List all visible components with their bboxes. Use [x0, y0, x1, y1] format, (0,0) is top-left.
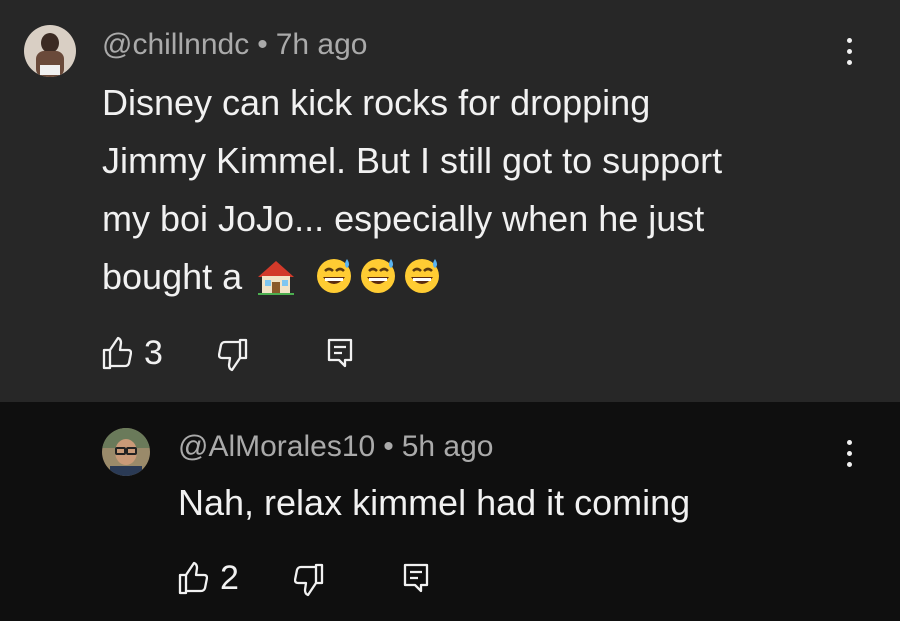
like-button[interactable]: 2 — [178, 557, 248, 601]
dislike-button[interactable] — [218, 332, 250, 376]
comment-line: my boi JoJo... especially when he just — [102, 198, 705, 239]
comment-meta: @AlMorales10 • 5h ago — [178, 430, 493, 464]
comment-text: Nah, relax kimmel had it coming — [178, 482, 691, 523]
thumbs-down-icon — [218, 338, 248, 372]
like-count: 3 — [144, 334, 163, 372]
grinning-sweat-emoji — [358, 254, 398, 312]
more-options-icon[interactable] — [835, 32, 865, 72]
thumbs-up-icon — [178, 561, 208, 595]
comment-time[interactable]: 5h ago — [402, 430, 494, 463]
like-button[interactable]: 3 — [102, 332, 172, 376]
like-count: 2 — [220, 559, 239, 597]
reply-button[interactable] — [402, 557, 434, 601]
house-emoji — [256, 254, 296, 312]
meta-separator: • — [257, 28, 268, 61]
meta-separator: • — [383, 430, 394, 463]
comment-time[interactable]: 7h ago — [276, 28, 368, 61]
comment-actions: 2 — [178, 557, 478, 601]
reply-item: @AlMorales10 • 5h ago Nah, relax kimmel ha… — [0, 402, 900, 621]
comment-line: Disney can kick rocks for dropping — [102, 82, 651, 123]
reply-button[interactable] — [326, 332, 358, 376]
comment-line-last: bought a — [102, 248, 862, 312]
reply-comment-icon — [326, 337, 354, 369]
comment-meta: @chillnndc • 7h ago — [102, 28, 367, 62]
avatar[interactable] — [102, 428, 150, 476]
grinning-sweat-emoji — [402, 254, 442, 312]
comment-text: Disney can kick rocks for dropping Jimmy… — [102, 74, 862, 312]
grinning-sweat-emoji — [314, 254, 354, 312]
comment-line: Jimmy Kimmel. But I still got to support — [102, 140, 723, 181]
reply-comment-icon — [402, 562, 430, 594]
more-options-icon[interactable] — [835, 434, 865, 474]
dislike-button[interactable] — [294, 557, 326, 601]
thumbs-up-icon — [102, 336, 132, 370]
thumbs-down-icon — [294, 563, 324, 597]
comment-author[interactable]: @chillnndc — [102, 28, 249, 61]
comment-line: bought a — [102, 256, 243, 297]
comment-item: @chillnndc • 7h ago Disney can kick rocks … — [0, 0, 900, 402]
comment-actions: 3 — [102, 332, 402, 376]
avatar[interactable] — [24, 25, 76, 77]
comment-author[interactable]: @AlMorales10 — [178, 430, 375, 463]
